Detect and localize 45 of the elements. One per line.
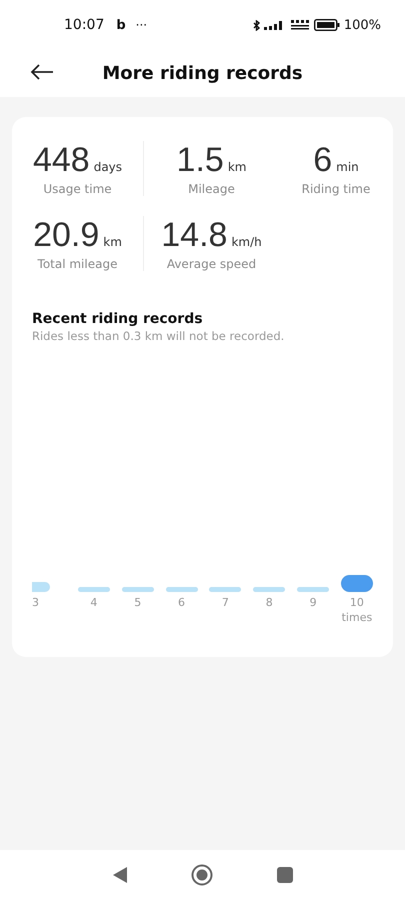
app-notification: b xyxy=(116,18,126,32)
stat-label: Mileage xyxy=(188,182,235,196)
ride-bar[interactable] xyxy=(78,587,110,592)
bar-label: 10 times xyxy=(340,595,374,626)
bar-label: 3 xyxy=(32,595,40,611)
ride-bar[interactable] xyxy=(32,582,50,592)
bar-label: 6 xyxy=(177,595,186,611)
page-title: More riding records xyxy=(102,63,303,84)
bluetooth-icon xyxy=(252,20,260,30)
stat-label: Total mileage xyxy=(38,257,118,271)
ride-bar[interactable] xyxy=(297,587,330,592)
bar-label: 9 xyxy=(308,595,318,611)
stat-value: 448 xyxy=(32,141,90,180)
recents-nav-icon[interactable] xyxy=(277,867,294,883)
ride-bar[interactable] xyxy=(209,587,242,592)
stat-unit: km xyxy=(103,235,122,249)
ride-bar[interactable] xyxy=(253,587,286,592)
stat-label: Riding time xyxy=(302,182,370,196)
stat-value: 14.8 xyxy=(161,216,228,255)
battery-percent: 100% xyxy=(344,18,381,32)
ride-bar[interactable] xyxy=(166,587,198,592)
section-title: Recent riding records xyxy=(32,311,204,327)
bar-label: 7 xyxy=(220,595,230,611)
more-notifications: ··· xyxy=(136,18,148,32)
ride-bar[interactable] xyxy=(122,587,154,592)
section-note: Rides less than 0.3 km will not be recorded. xyxy=(32,329,286,343)
battery-icon xyxy=(314,19,340,31)
stat-unit: km xyxy=(228,160,246,174)
stat-value: 1.5 xyxy=(176,141,224,180)
stat-value: 6 xyxy=(313,141,332,180)
stat-label: Average speed xyxy=(166,257,256,271)
wifi-icon xyxy=(290,20,310,30)
stat-unit: min xyxy=(336,160,359,174)
bar-label: 8 xyxy=(264,595,274,611)
back-arrow-icon xyxy=(30,64,54,80)
bar-label: 5 xyxy=(133,595,142,611)
status-time: 10:07 xyxy=(64,17,104,33)
stat-value: 20.9 xyxy=(33,216,100,255)
stat-unit: km/h xyxy=(231,235,262,249)
home-nav-icon[interactable] xyxy=(191,864,214,886)
bar-label: 4 xyxy=(89,595,98,611)
stat-unit: days xyxy=(94,160,122,174)
back-nav-icon[interactable] xyxy=(112,866,128,884)
stat-label: Usage time xyxy=(43,182,112,196)
ride-bar[interactable] xyxy=(340,575,373,592)
